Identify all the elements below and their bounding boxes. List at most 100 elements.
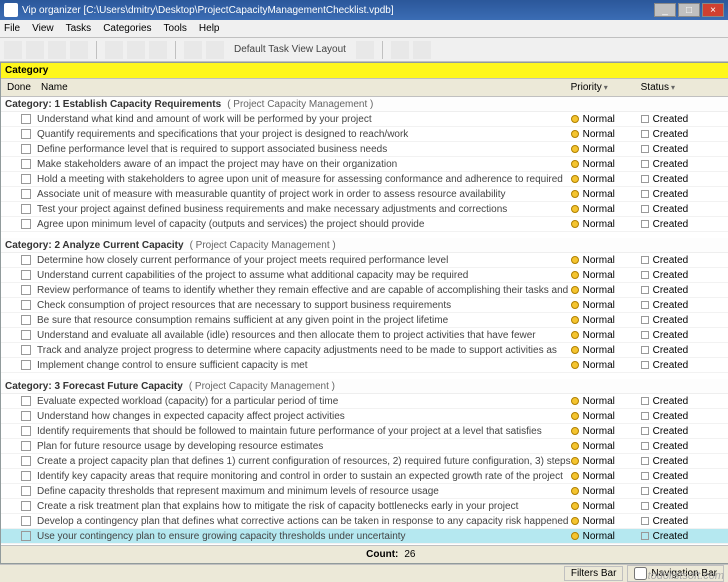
done-checkbox[interactable] [21,345,31,355]
task-row[interactable]: Implement change control to ensure suffi… [1,358,728,373]
toolbar-btn[interactable] [127,41,145,59]
task-row[interactable]: Check consumption of project resources t… [1,298,728,313]
col-status[interactable]: Status▾ [641,82,711,93]
task-complete: 0 % [711,315,728,326]
task-complete: 0 % [711,516,728,527]
done-checkbox[interactable] [21,129,31,139]
task-complete: 0 % [711,426,728,437]
task-row[interactable]: Associate unit of measure with measurabl… [1,187,728,202]
menu-categories[interactable]: Categories [103,23,151,34]
done-checkbox[interactable] [21,159,31,169]
done-checkbox[interactable] [21,516,31,526]
nav-checkbox[interactable] [634,567,647,580]
task-row[interactable]: Define performance level that is require… [1,142,728,157]
task-row[interactable]: Hold a meeting with stakeholders to agre… [1,172,728,187]
close-button[interactable]: × [702,3,724,17]
task-row[interactable]: Understand what kind and amount of work … [1,112,728,127]
col-name[interactable]: Name [35,82,571,93]
toolbar-btn[interactable] [184,41,202,59]
task-row[interactable]: Create a risk treatment plan that explai… [1,499,728,514]
category-row[interactable]: Category: 2 Analyze Current Capacity( Pr… [1,238,728,253]
task-row[interactable]: Understand how changes in expected capac… [1,409,728,424]
done-checkbox[interactable] [21,144,31,154]
menu-help[interactable]: Help [199,23,220,34]
task-row[interactable]: Evaluate expected workload (capacity) fo… [1,394,728,409]
toolbar-btn[interactable] [105,41,123,59]
task-row[interactable]: Be sure that resource consumption remain… [1,313,728,328]
task-status: Created [641,501,711,512]
done-checkbox[interactable] [21,396,31,406]
toolbar-btn[interactable] [4,41,22,59]
done-checkbox[interactable] [21,174,31,184]
col-done[interactable]: Done [1,82,35,93]
task-priority: Normal [571,300,641,311]
task-row[interactable]: Plan for future resource usage by develo… [1,439,728,454]
task-name: Define capacity thresholds that represen… [37,486,571,497]
task-priority: Normal [571,129,641,140]
menu-view[interactable]: View [32,23,54,34]
col-complete[interactable]: Complete [711,82,728,93]
task-row[interactable]: Agree upon minimum level of capacity (ou… [1,217,728,232]
toolbar-btn[interactable] [26,41,44,59]
menu-tasks[interactable]: Tasks [66,23,92,34]
toolbar-btn[interactable] [206,41,224,59]
done-checkbox[interactable] [21,330,31,340]
task-row[interactable]: Understand and evaluate all available (i… [1,328,728,343]
toolbar-btn[interactable] [70,41,88,59]
done-checkbox[interactable] [21,486,31,496]
task-row[interactable]: Define capacity thresholds that represen… [1,484,728,499]
done-checkbox[interactable] [21,456,31,466]
statusbar-filters[interactable]: Filters Bar [564,566,624,581]
done-checkbox[interactable] [21,411,31,421]
done-checkbox[interactable] [21,300,31,310]
toolbar-btn[interactable] [391,41,409,59]
category-row[interactable]: Category: 1 Establish Capacity Requireme… [1,97,728,112]
done-checkbox[interactable] [21,360,31,370]
task-row[interactable]: Develop a contingency plan that defines … [1,514,728,529]
titlebar: Vip organizer [C:\Users\dmitry\Desktop\P… [0,0,728,20]
priority-icon [571,346,579,354]
done-checkbox[interactable] [21,204,31,214]
task-row[interactable]: Review performance of teams to identify … [1,283,728,298]
task-row[interactable]: Create a project capacity plan that defi… [1,454,728,469]
done-checkbox[interactable] [21,531,31,541]
status-icon [641,160,649,168]
minimize-button[interactable]: _ [654,3,676,17]
task-status: Created [641,255,711,266]
task-row[interactable]: Identify key capacity areas that require… [1,469,728,484]
done-checkbox[interactable] [21,426,31,436]
done-checkbox[interactable] [21,189,31,199]
task-row[interactable]: Identify requirements that should be fol… [1,424,728,439]
task-row[interactable]: Track and analyze project progress to de… [1,343,728,358]
task-row[interactable]: Determine how closely current performanc… [1,253,728,268]
done-checkbox[interactable] [21,315,31,325]
category-row[interactable]: Category: 3 Forecast Future Capacity( Pr… [1,379,728,394]
priority-icon [571,457,579,465]
task-row[interactable]: Use your contingency plan to ensure grow… [1,529,728,544]
done-checkbox[interactable] [21,441,31,451]
done-checkbox[interactable] [21,255,31,265]
status-icon [641,115,649,123]
menu-tools[interactable]: Tools [164,23,187,34]
menu-file[interactable]: File [4,23,20,34]
col-priority[interactable]: Priority▾ [571,82,641,93]
done-checkbox[interactable] [21,471,31,481]
done-checkbox[interactable] [21,114,31,124]
done-checkbox[interactable] [21,270,31,280]
done-checkbox[interactable] [21,285,31,295]
toolbar-btn[interactable] [356,41,374,59]
done-checkbox[interactable] [21,501,31,511]
toolbar-btn[interactable] [48,41,66,59]
task-complete: 0 % [711,471,728,482]
toolbar-btn[interactable] [149,41,167,59]
task-row[interactable]: Make stakeholders aware of an impact the… [1,157,728,172]
group-header[interactable]: Category [1,63,728,79]
rows-container[interactable]: Category: 1 Establish Capacity Requireme… [1,97,728,545]
task-row[interactable]: Understand current capabilities of the p… [1,268,728,283]
task-row[interactable]: Quantify requirements and specifications… [1,127,728,142]
done-checkbox[interactable] [21,219,31,229]
task-priority: Normal [571,114,641,125]
task-row[interactable]: Test your project against defined busine… [1,202,728,217]
toolbar-btn[interactable] [413,41,431,59]
maximize-button[interactable]: □ [678,3,700,17]
